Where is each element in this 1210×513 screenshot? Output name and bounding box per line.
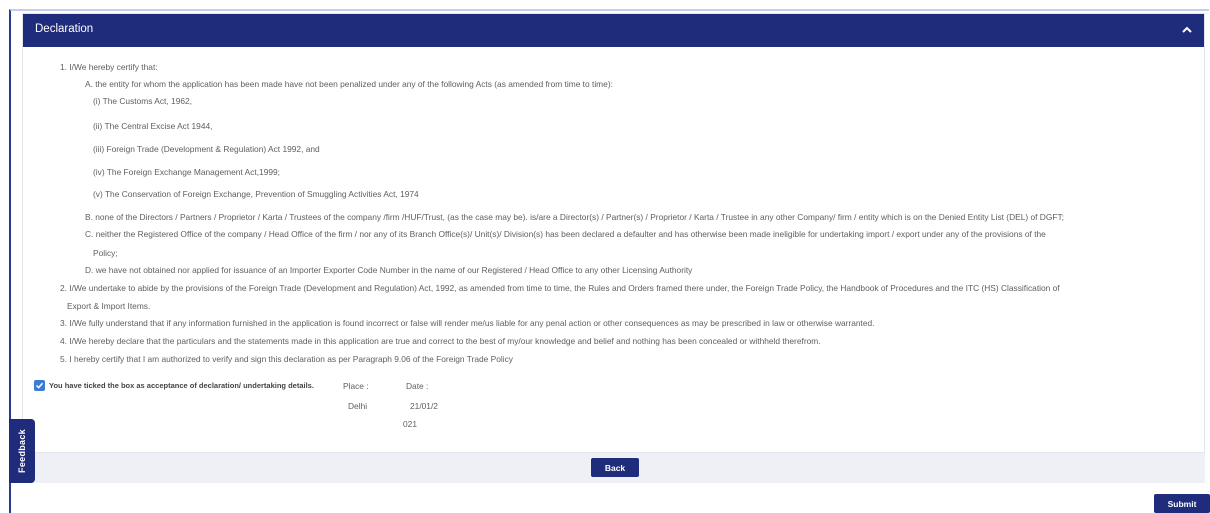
acceptance-label: You have ticked the box as acceptance of… [49, 381, 314, 390]
check-icon [35, 382, 44, 389]
act-item: (i) The Customs Act, 1962, [93, 96, 192, 106]
decl-item-3: 3. I/We fully understand that if any inf… [60, 318, 875, 328]
decl-item-1c: C. neither the Registered Office of the … [85, 229, 1046, 239]
chevron-up-icon[interactable] [1180, 23, 1194, 37]
back-button[interactable]: Back [591, 458, 639, 477]
decl-item-5: 5. I hereby certify that I am authorized… [60, 354, 513, 364]
panel-title: Declaration [35, 23, 94, 35]
declaration-header[interactable]: Declaration [23, 14, 1204, 47]
acceptance-checkbox[interactable] [34, 380, 45, 391]
decl-item-1d: D. we have not obtained nor applied for … [85, 265, 693, 275]
act-item: (iv) The Foreign Exchange Management Act… [93, 167, 280, 177]
act-item: (ii) The Central Excise Act 1944, [93, 121, 213, 131]
decl-item-1c-cont: Policy; [93, 248, 118, 258]
decl-item-2: 2. I/We undertake to abide by the provis… [60, 283, 1060, 293]
date-value: 21/01/2 [410, 401, 438, 411]
date-value-cont: 021 [403, 419, 417, 429]
date-label: Date : [406, 381, 429, 391]
decl-item-1b: B. none of the Directors / Partners / Pr… [85, 212, 1064, 222]
act-item: (v) The Conservation of Foreign Exchange… [93, 189, 419, 199]
decl-item-1a: A. the entity for whom the application h… [85, 79, 613, 89]
place-value: Delhi [348, 401, 368, 411]
feedback-label: Feedback [17, 429, 27, 473]
act-item: (iii) Foreign Trade (Development & Regul… [93, 144, 320, 154]
decl-item-1: 1. I/We hereby certify that: [60, 62, 158, 72]
feedback-tab[interactable]: Feedback [9, 419, 35, 483]
decl-item-4: 4. I/We hereby declare that the particul… [60, 336, 821, 346]
submit-button[interactable]: Submit [1154, 494, 1210, 513]
place-label: Place : [343, 381, 369, 391]
decl-item-2-cont: Export & Import Items. [67, 301, 151, 311]
